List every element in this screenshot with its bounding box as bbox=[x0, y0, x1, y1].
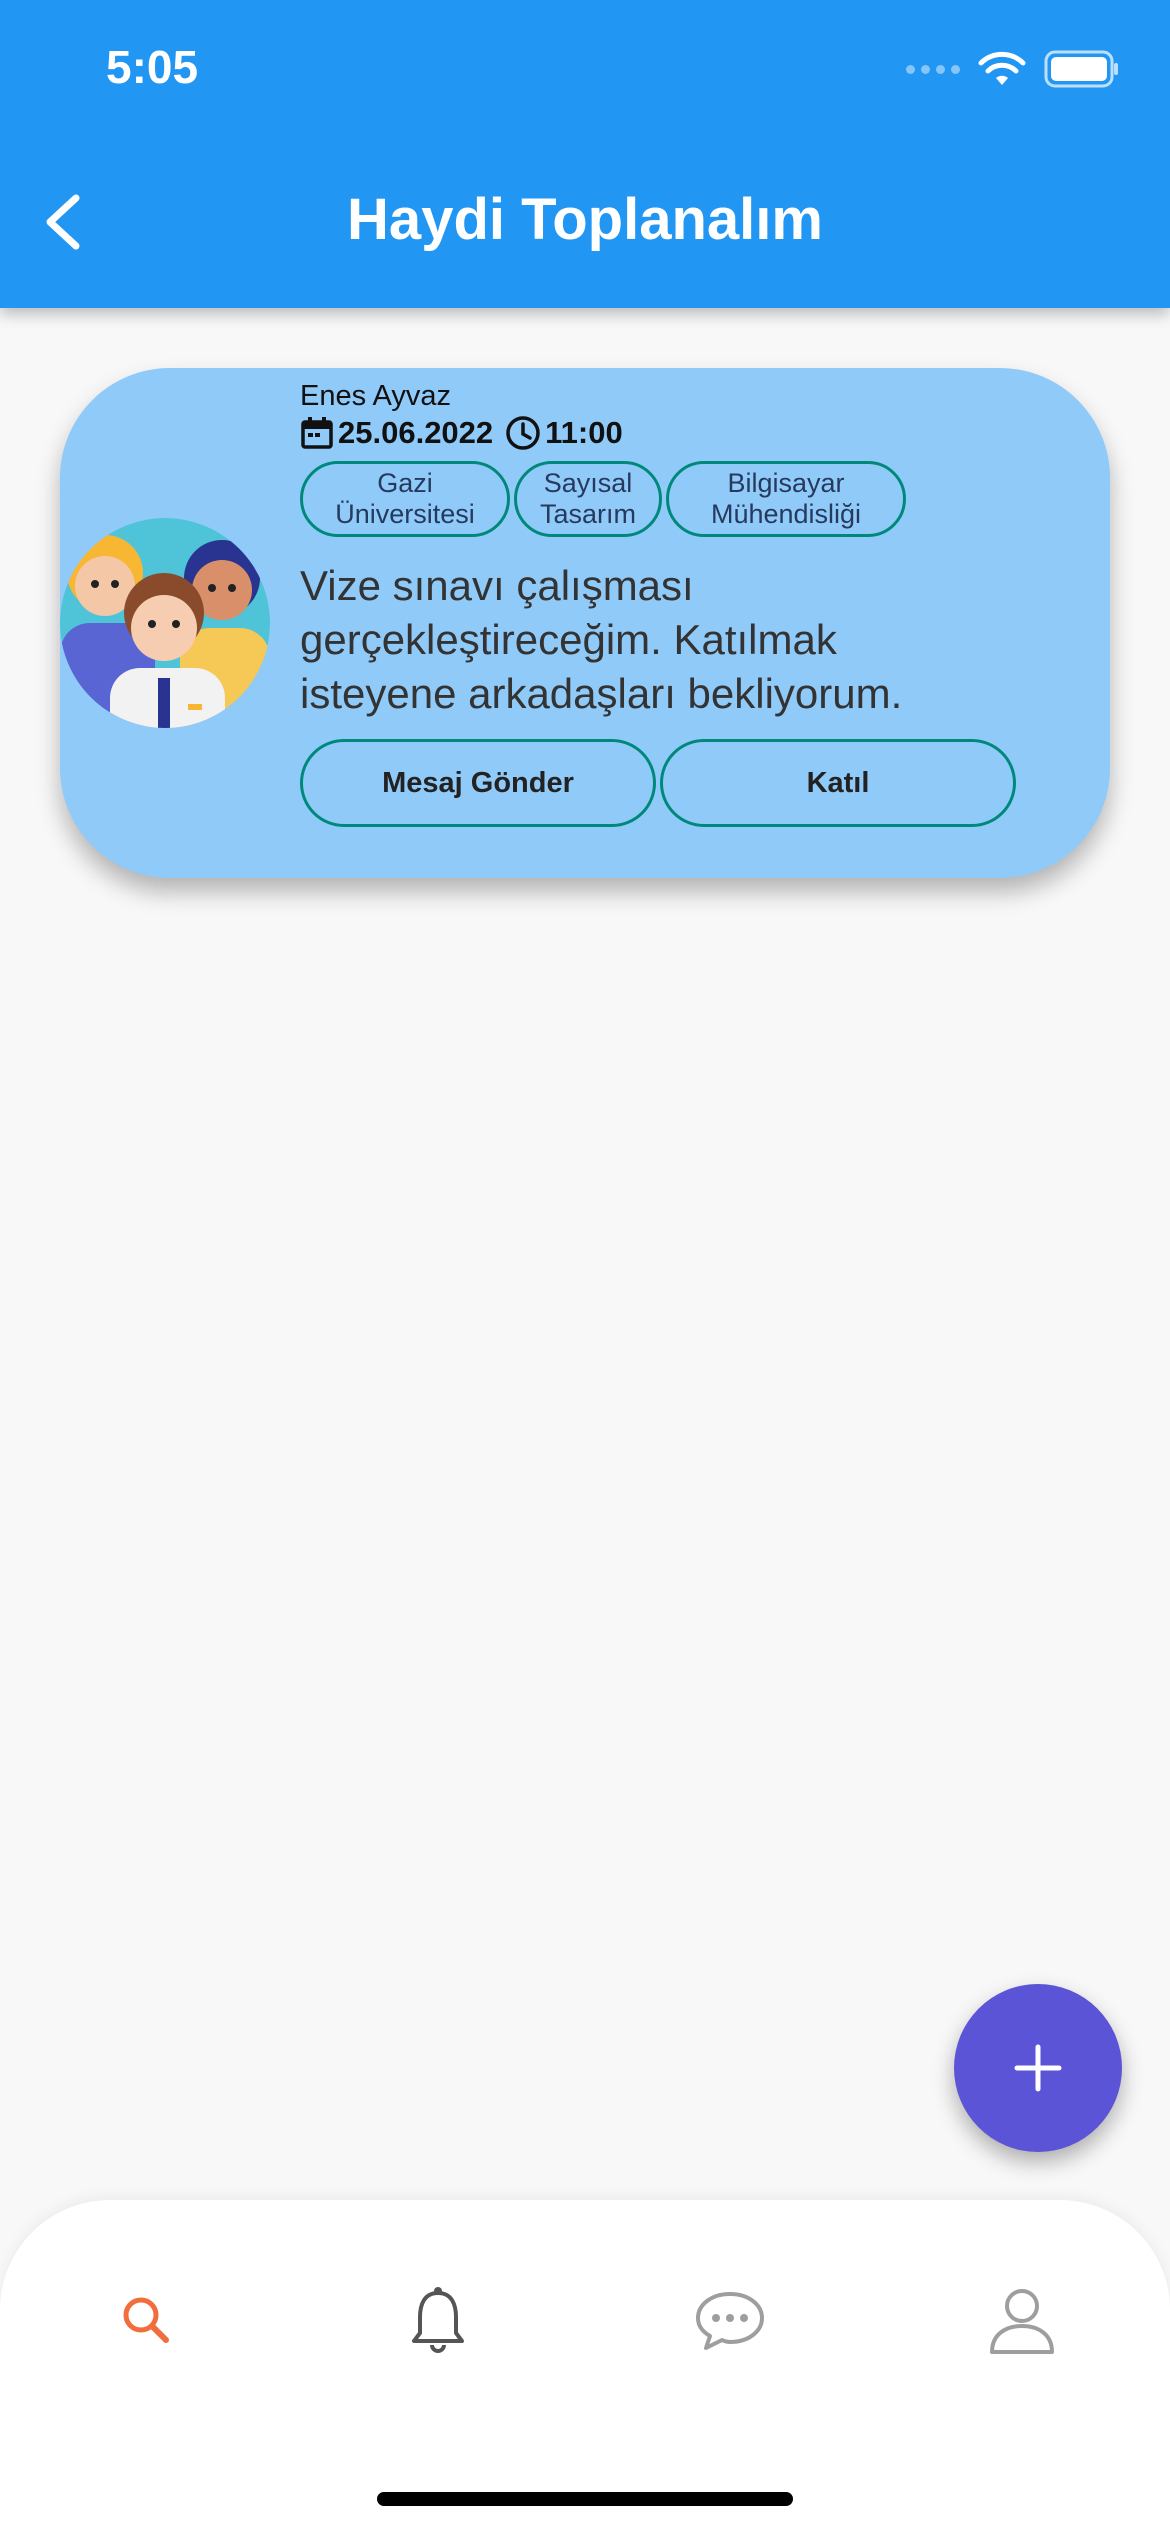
battery-icon bbox=[1044, 50, 1118, 88]
meeting-description: Vize sınavı çalışması gerçekleştireceğim… bbox=[300, 562, 903, 717]
group-avatar-icon bbox=[60, 518, 270, 728]
tag-chip[interactable]: Bilgisayar Mühendisliği bbox=[666, 461, 906, 537]
status-icons bbox=[906, 50, 1120, 88]
profile-icon bbox=[990, 2289, 1054, 2354]
bottom-nav bbox=[0, 2200, 1170, 2532]
tag-chip[interactable]: Sayısal Tasarım bbox=[514, 461, 662, 537]
clock-icon bbox=[506, 416, 540, 450]
add-meeting-button[interactable] bbox=[954, 1984, 1122, 2152]
card-body: Enes Ayvaz 25.06.2022 11:00 Gazi Ünivers… bbox=[300, 380, 1080, 827]
meeting-card[interactable]: Enes Ayvaz 25.06.2022 11:00 Gazi Ünivers… bbox=[60, 368, 1110, 878]
app-bar: 5:05 Haydi Toplanalım bbox=[0, 0, 1170, 308]
meeting-date: 25.06.2022 bbox=[338, 415, 494, 450]
nav-item-search[interactable] bbox=[106, 2280, 186, 2360]
join-button[interactable]: Katıl bbox=[660, 739, 1016, 827]
search-icon bbox=[123, 2297, 169, 2343]
calendar-icon bbox=[301, 417, 333, 449]
card-actions: Mesaj Gönder Katıl bbox=[300, 739, 1080, 827]
wifi-icon bbox=[978, 51, 1026, 85]
chat-icon bbox=[696, 2292, 764, 2350]
meeting-time: 11:00 bbox=[545, 415, 623, 450]
home-indicator bbox=[377, 2492, 793, 2506]
plus-icon bbox=[1014, 2044, 1062, 2092]
send-message-button[interactable]: Mesaj Gönder bbox=[300, 739, 656, 827]
page-title: Haydi Toplanalım bbox=[347, 187, 823, 252]
nav-item-profile[interactable] bbox=[982, 2280, 1062, 2360]
bell-icon bbox=[412, 2287, 464, 2353]
nav-item-notifications[interactable] bbox=[398, 2280, 478, 2360]
tag-list: Gazi Üniversitesi Sayısal Tasarım Bilgis… bbox=[300, 461, 1080, 537]
nav-item-messages[interactable] bbox=[690, 2280, 770, 2360]
status-time: 5:05 bbox=[106, 41, 199, 93]
author-name: Enes Ayvaz bbox=[300, 380, 452, 412]
signal-icon bbox=[906, 64, 960, 74]
tag-chip[interactable]: Gazi Üniversitesi bbox=[300, 461, 510, 537]
date-time-row: 25.06.2022 11:00 bbox=[300, 415, 1080, 451]
